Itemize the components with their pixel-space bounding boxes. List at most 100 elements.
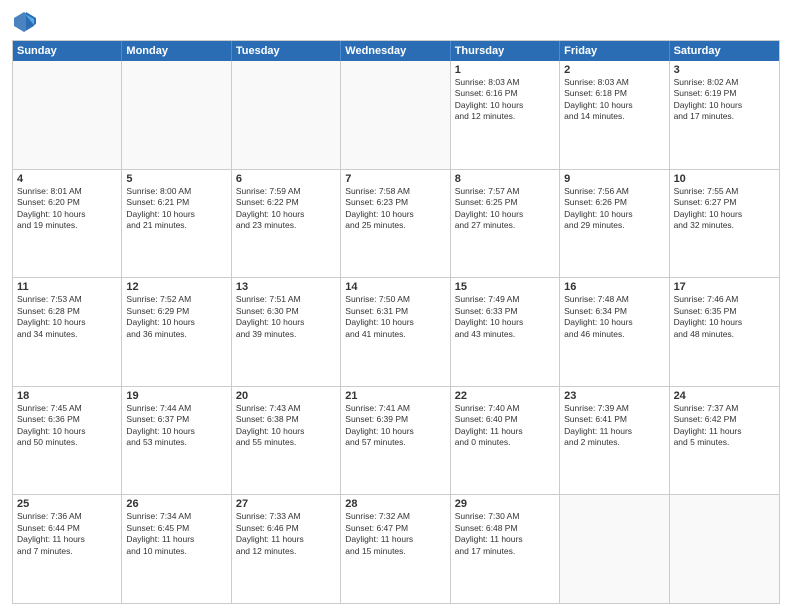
calendar-header: SundayMondayTuesdayWednesdayThursdayFrid… xyxy=(13,41,779,61)
week-row-0: 1Sunrise: 8:03 AM Sunset: 6:16 PM Daylig… xyxy=(13,61,779,169)
header-day-thursday: Thursday xyxy=(451,41,560,61)
day-cell-1: 1Sunrise: 8:03 AM Sunset: 6:16 PM Daylig… xyxy=(451,61,560,169)
day-info: Sunrise: 7:44 AM Sunset: 6:37 PM Dayligh… xyxy=(126,403,226,449)
day-cell-11: 11Sunrise: 7:53 AM Sunset: 6:28 PM Dayli… xyxy=(13,278,122,386)
day-info: Sunrise: 7:34 AM Sunset: 6:45 PM Dayligh… xyxy=(126,511,226,557)
day-number: 14 xyxy=(345,281,445,293)
header-day-sunday: Sunday xyxy=(13,41,122,61)
day-cell-14: 14Sunrise: 7:50 AM Sunset: 6:31 PM Dayli… xyxy=(341,278,450,386)
day-info: Sunrise: 7:39 AM Sunset: 6:41 PM Dayligh… xyxy=(564,403,664,449)
day-cell-16: 16Sunrise: 7:48 AM Sunset: 6:34 PM Dayli… xyxy=(560,278,669,386)
header-day-monday: Monday xyxy=(122,41,231,61)
day-number: 20 xyxy=(236,390,336,402)
day-info: Sunrise: 7:41 AM Sunset: 6:39 PM Dayligh… xyxy=(345,403,445,449)
header-day-friday: Friday xyxy=(560,41,669,61)
day-cell-19: 19Sunrise: 7:44 AM Sunset: 6:37 PM Dayli… xyxy=(122,387,231,495)
day-info: Sunrise: 7:55 AM Sunset: 6:27 PM Dayligh… xyxy=(674,186,775,232)
day-cell-17: 17Sunrise: 7:46 AM Sunset: 6:35 PM Dayli… xyxy=(670,278,779,386)
day-cell-12: 12Sunrise: 7:52 AM Sunset: 6:29 PM Dayli… xyxy=(122,278,231,386)
page: SundayMondayTuesdayWednesdayThursdayFrid… xyxy=(0,0,792,612)
day-info: Sunrise: 7:45 AM Sunset: 6:36 PM Dayligh… xyxy=(17,403,117,449)
day-number: 25 xyxy=(17,498,117,510)
day-cell-2: 2Sunrise: 8:03 AM Sunset: 6:18 PM Daylig… xyxy=(560,61,669,169)
day-cell-10: 10Sunrise: 7:55 AM Sunset: 6:27 PM Dayli… xyxy=(670,170,779,278)
header xyxy=(12,10,780,34)
day-info: Sunrise: 8:03 AM Sunset: 6:16 PM Dayligh… xyxy=(455,77,555,123)
day-cell-26: 26Sunrise: 7:34 AM Sunset: 6:45 PM Dayli… xyxy=(122,495,231,603)
day-cell-23: 23Sunrise: 7:39 AM Sunset: 6:41 PM Dayli… xyxy=(560,387,669,495)
day-number: 5 xyxy=(126,173,226,185)
empty-cell xyxy=(560,495,669,603)
day-number: 9 xyxy=(564,173,664,185)
empty-cell xyxy=(341,61,450,169)
day-number: 15 xyxy=(455,281,555,293)
empty-cell xyxy=(232,61,341,169)
day-number: 29 xyxy=(455,498,555,510)
header-day-saturday: Saturday xyxy=(670,41,779,61)
day-cell-15: 15Sunrise: 7:49 AM Sunset: 6:33 PM Dayli… xyxy=(451,278,560,386)
day-info: Sunrise: 7:52 AM Sunset: 6:29 PM Dayligh… xyxy=(126,294,226,340)
logo xyxy=(12,10,40,34)
day-cell-9: 9Sunrise: 7:56 AM Sunset: 6:26 PM Daylig… xyxy=(560,170,669,278)
empty-cell xyxy=(670,495,779,603)
day-number: 8 xyxy=(455,173,555,185)
day-info: Sunrise: 7:30 AM Sunset: 6:48 PM Dayligh… xyxy=(455,511,555,557)
day-cell-8: 8Sunrise: 7:57 AM Sunset: 6:25 PM Daylig… xyxy=(451,170,560,278)
day-number: 12 xyxy=(126,281,226,293)
calendar-body: 1Sunrise: 8:03 AM Sunset: 6:16 PM Daylig… xyxy=(13,61,779,603)
day-cell-13: 13Sunrise: 7:51 AM Sunset: 6:30 PM Dayli… xyxy=(232,278,341,386)
day-info: Sunrise: 7:32 AM Sunset: 6:47 PM Dayligh… xyxy=(345,511,445,557)
day-number: 26 xyxy=(126,498,226,510)
day-cell-4: 4Sunrise: 8:01 AM Sunset: 6:20 PM Daylig… xyxy=(13,170,122,278)
day-info: Sunrise: 7:50 AM Sunset: 6:31 PM Dayligh… xyxy=(345,294,445,340)
day-info: Sunrise: 8:00 AM Sunset: 6:21 PM Dayligh… xyxy=(126,186,226,232)
day-info: Sunrise: 7:37 AM Sunset: 6:42 PM Dayligh… xyxy=(674,403,775,449)
day-cell-3: 3Sunrise: 8:02 AM Sunset: 6:19 PM Daylig… xyxy=(670,61,779,169)
day-cell-5: 5Sunrise: 8:00 AM Sunset: 6:21 PM Daylig… xyxy=(122,170,231,278)
day-info: Sunrise: 8:03 AM Sunset: 6:18 PM Dayligh… xyxy=(564,77,664,123)
day-info: Sunrise: 7:51 AM Sunset: 6:30 PM Dayligh… xyxy=(236,294,336,340)
day-number: 11 xyxy=(17,281,117,293)
week-row-2: 11Sunrise: 7:53 AM Sunset: 6:28 PM Dayli… xyxy=(13,277,779,386)
day-cell-25: 25Sunrise: 7:36 AM Sunset: 6:44 PM Dayli… xyxy=(13,495,122,603)
header-day-wednesday: Wednesday xyxy=(341,41,450,61)
day-info: Sunrise: 7:56 AM Sunset: 6:26 PM Dayligh… xyxy=(564,186,664,232)
day-cell-6: 6Sunrise: 7:59 AM Sunset: 6:22 PM Daylig… xyxy=(232,170,341,278)
week-row-1: 4Sunrise: 8:01 AM Sunset: 6:20 PM Daylig… xyxy=(13,169,779,278)
day-number: 27 xyxy=(236,498,336,510)
day-cell-7: 7Sunrise: 7:58 AM Sunset: 6:23 PM Daylig… xyxy=(341,170,450,278)
day-cell-21: 21Sunrise: 7:41 AM Sunset: 6:39 PM Dayli… xyxy=(341,387,450,495)
day-number: 10 xyxy=(674,173,775,185)
day-number: 24 xyxy=(674,390,775,402)
logo-icon xyxy=(12,10,36,34)
day-number: 22 xyxy=(455,390,555,402)
day-cell-28: 28Sunrise: 7:32 AM Sunset: 6:47 PM Dayli… xyxy=(341,495,450,603)
header-day-tuesday: Tuesday xyxy=(232,41,341,61)
day-number: 3 xyxy=(674,64,775,76)
day-info: Sunrise: 7:53 AM Sunset: 6:28 PM Dayligh… xyxy=(17,294,117,340)
day-info: Sunrise: 7:57 AM Sunset: 6:25 PM Dayligh… xyxy=(455,186,555,232)
day-cell-22: 22Sunrise: 7:40 AM Sunset: 6:40 PM Dayli… xyxy=(451,387,560,495)
day-info: Sunrise: 8:01 AM Sunset: 6:20 PM Dayligh… xyxy=(17,186,117,232)
day-info: Sunrise: 7:49 AM Sunset: 6:33 PM Dayligh… xyxy=(455,294,555,340)
empty-cell xyxy=(122,61,231,169)
day-info: Sunrise: 7:36 AM Sunset: 6:44 PM Dayligh… xyxy=(17,511,117,557)
day-cell-24: 24Sunrise: 7:37 AM Sunset: 6:42 PM Dayli… xyxy=(670,387,779,495)
day-number: 18 xyxy=(17,390,117,402)
day-cell-20: 20Sunrise: 7:43 AM Sunset: 6:38 PM Dayli… xyxy=(232,387,341,495)
day-number: 19 xyxy=(126,390,226,402)
day-number: 21 xyxy=(345,390,445,402)
day-number: 28 xyxy=(345,498,445,510)
day-info: Sunrise: 7:59 AM Sunset: 6:22 PM Dayligh… xyxy=(236,186,336,232)
day-cell-18: 18Sunrise: 7:45 AM Sunset: 6:36 PM Dayli… xyxy=(13,387,122,495)
day-info: Sunrise: 8:02 AM Sunset: 6:19 PM Dayligh… xyxy=(674,77,775,123)
day-number: 17 xyxy=(674,281,775,293)
day-info: Sunrise: 7:33 AM Sunset: 6:46 PM Dayligh… xyxy=(236,511,336,557)
day-number: 2 xyxy=(564,64,664,76)
day-number: 6 xyxy=(236,173,336,185)
day-info: Sunrise: 7:58 AM Sunset: 6:23 PM Dayligh… xyxy=(345,186,445,232)
day-number: 7 xyxy=(345,173,445,185)
week-row-3: 18Sunrise: 7:45 AM Sunset: 6:36 PM Dayli… xyxy=(13,386,779,495)
day-cell-29: 29Sunrise: 7:30 AM Sunset: 6:48 PM Dayli… xyxy=(451,495,560,603)
day-info: Sunrise: 7:43 AM Sunset: 6:38 PM Dayligh… xyxy=(236,403,336,449)
